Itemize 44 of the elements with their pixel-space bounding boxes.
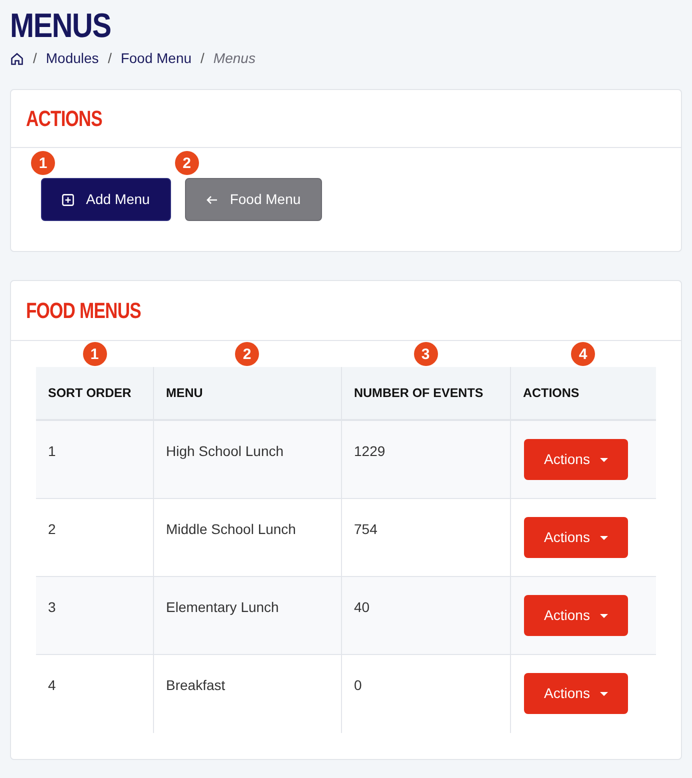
page-title: MENUS [10, 6, 112, 46]
callout-badge: 4 [571, 342, 595, 366]
column-header: ACTIONS [510, 367, 656, 419]
callout-badge: 3 [414, 342, 438, 366]
actions-dropdown-button[interactable]: Actions [524, 595, 628, 636]
card-title: ACTIONS [26, 105, 102, 133]
table-cell: 754 [354, 521, 378, 537]
table-cell: 1229 [354, 443, 386, 459]
callout-badge: 1 [31, 151, 55, 175]
table-cell: 0 [354, 677, 362, 693]
actions-dropdown-button[interactable]: Actions [524, 673, 628, 714]
column-header: SORT ORDER [47, 384, 132, 402]
table-cell: 2 [48, 521, 56, 537]
table-cell: Elementary Lunch [166, 599, 279, 615]
actions-dropdown-button[interactable]: Actions [524, 517, 628, 558]
table-cell: 4 [48, 677, 56, 693]
breadcrumb-link[interactable]: Modules [46, 48, 99, 69]
card-title: FOOD MENUS [26, 297, 141, 325]
table-cell: 40 [354, 599, 370, 615]
table-cell: 3 [48, 599, 56, 615]
callout-badge: 1 [82, 342, 106, 366]
table-cell: High School Lunch [166, 443, 284, 459]
column-header: MENU [153, 367, 341, 419]
column-header: NUMBER OF EVENTS [341, 367, 510, 419]
breadcrumb-separator: / [33, 49, 37, 68]
table-cell: Middle School Lunch [166, 521, 296, 537]
back-button[interactable]: Food Menu [184, 178, 322, 221]
breadcrumb-separator: / [200, 49, 204, 68]
left-arrow-icon [206, 194, 218, 204]
caret-down-icon [600, 614, 608, 618]
breadcrumb-link[interactable]: Food Menu [120, 48, 192, 69]
table-cell: Breakfast [166, 677, 226, 693]
callout-badge: 2 [174, 151, 199, 175]
plus-square-icon [62, 194, 74, 206]
breadcrumb-current: Menus [213, 49, 256, 68]
home-icon[interactable] [10, 52, 24, 66]
caret-down-icon [600, 536, 608, 540]
actions-dropdown-button[interactable]: Actions [524, 439, 628, 480]
callout-badge: 2 [235, 342, 259, 366]
add-menu-button[interactable]: Add Menu [41, 178, 171, 221]
caret-down-icon [600, 458, 608, 462]
table-cell: 1 [48, 443, 56, 459]
caret-down-icon [600, 692, 608, 696]
breadcrumb-separator: / [108, 49, 112, 68]
